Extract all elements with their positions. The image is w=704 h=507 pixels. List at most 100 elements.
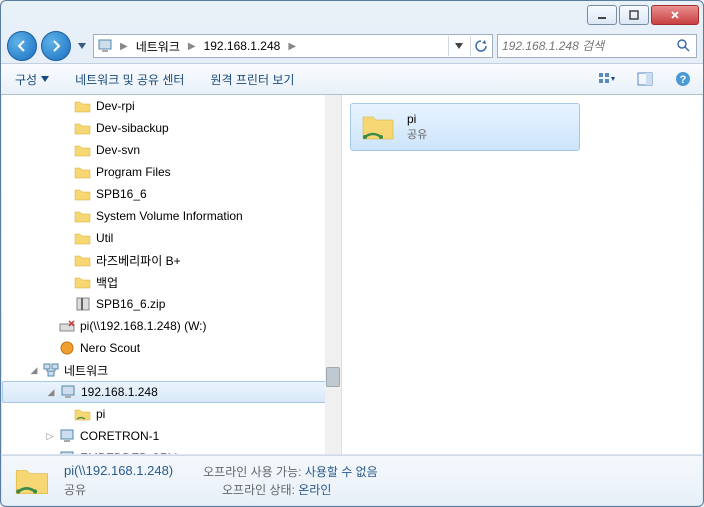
expand-toggle-icon[interactable] — [60, 298, 72, 310]
explorer-window: ▶ 네트워크 ▶ 192.168.1.248 ▶ 구성 네트워크 및 공유 센터… — [0, 0, 704, 507]
titlebar — [1, 1, 703, 29]
computer-icon — [58, 450, 76, 454]
details-offline-label: 오프라인 사용 가능: — [203, 465, 301, 479]
search-box[interactable] — [497, 34, 697, 58]
tree-item[interactable]: ▷ EMBEDDED-SRV — [2, 447, 341, 454]
expand-toggle-icon[interactable] — [60, 122, 72, 134]
refresh-button[interactable] — [470, 36, 490, 56]
tree-item-label: System Volume Information — [96, 209, 243, 223]
expand-toggle-icon[interactable] — [60, 276, 72, 288]
breadcrumb: ▶ 네트워크 ▶ 192.168.1.248 ▶ — [116, 36, 300, 57]
view-options-button[interactable] — [595, 67, 619, 91]
nav-history-dropdown[interactable] — [75, 36, 89, 56]
share-item-pi[interactable]: pi 공유 — [350, 103, 580, 151]
content-area: Dev-rpi Dev-sibackupDev-svnProgram Files S… — [2, 95, 702, 454]
address-dropdown[interactable] — [448, 36, 468, 56]
computer-icon — [58, 428, 76, 444]
close-button[interactable] — [651, 5, 699, 25]
computer-icon — [59, 384, 77, 400]
forward-button[interactable] — [41, 31, 71, 61]
expand-toggle-icon[interactable] — [60, 408, 72, 420]
search-icon — [676, 38, 692, 54]
expand-toggle-icon[interactable] — [44, 320, 56, 332]
share-item-type: 공유 — [407, 126, 427, 142]
command-toolbar: 구성 네트워크 및 공유 센터 원격 프린터 보기 ? — [1, 63, 703, 95]
globe-icon — [58, 340, 76, 356]
expand-toggle-icon[interactable] — [44, 342, 56, 354]
tree-item[interactable]: Nero Scout — [2, 337, 341, 359]
folder-icon — [74, 230, 92, 246]
expand-toggle-icon[interactable] — [60, 188, 72, 200]
tree-item[interactable]: ▷ CORETRON-1 — [2, 425, 341, 447]
search-input[interactable] — [502, 39, 676, 53]
tree-item-label: 백업 — [96, 274, 118, 291]
tree-item[interactable]: 백업 — [2, 271, 341, 293]
expand-toggle-icon[interactable] — [60, 254, 72, 266]
preview-pane-button[interactable] — [633, 67, 657, 91]
network-center-button[interactable]: 네트워크 및 공유 센터 — [69, 67, 190, 92]
breadcrumb-host[interactable]: 192.168.1.248 — [200, 37, 285, 55]
tree-item[interactable]: pi(\\192.168.1.248) (W:) — [2, 315, 341, 337]
tree-item[interactable]: ◢ 192.168.1.248 — [2, 381, 341, 403]
scrollbar[interactable] — [325, 95, 341, 454]
expand-toggle-icon[interactable] — [60, 144, 72, 156]
zip-icon — [74, 296, 92, 312]
tree-item-label: CORETRON-1 — [80, 429, 159, 443]
folder-icon — [74, 186, 92, 202]
maximize-button[interactable] — [619, 5, 649, 25]
tree-item[interactable]: SPB16_6 — [2, 183, 341, 205]
tree-item[interactable]: Util — [2, 227, 341, 249]
tree-item[interactable]: Dev-rpi — [2, 95, 341, 117]
svg-text:?: ? — [680, 74, 687, 86]
tree-item-label: Dev-rpi — [96, 99, 135, 113]
folder-icon — [74, 164, 92, 180]
tree-item-label: pi(\\192.168.1.248) (W:) — [80, 319, 207, 333]
tree-item-label: pi — [96, 407, 105, 421]
expand-toggle-icon[interactable] — [60, 232, 72, 244]
folder-icon — [74, 142, 92, 158]
chevron-right-icon[interactable]: ▶ — [284, 41, 300, 52]
back-button[interactable] — [7, 31, 37, 61]
expand-toggle-icon[interactable]: ◢ — [45, 386, 57, 398]
tree-item-label: Nero Scout — [80, 341, 140, 355]
chevron-right-icon[interactable]: ▶ — [184, 41, 200, 52]
tree-item[interactable]: Dev-sibackup — [2, 117, 341, 139]
nav-toolbar: ▶ 네트워크 ▶ 192.168.1.248 ▶ — [1, 29, 703, 63]
tree-item[interactable]: System Volume Information — [2, 205, 341, 227]
details-pane: pi(\\192.168.1.248) 오프라인 사용 가능: 사용할 수 없음… — [2, 455, 702, 505]
tree-item-label: EMBEDDED-SRV — [80, 451, 176, 454]
help-button[interactable]: ? — [671, 67, 695, 91]
expand-toggle-icon[interactable] — [60, 210, 72, 222]
chevron-right-icon[interactable]: ▶ — [116, 41, 132, 52]
details-subtitle: 공유 — [64, 481, 192, 498]
breadcrumb-network[interactable]: 네트워크 — [132, 36, 184, 57]
navigation-tree[interactable]: Dev-rpi Dev-sibackupDev-svnProgram Files S… — [2, 95, 342, 454]
tree-item[interactable]: 라즈베리파이 B+ — [2, 249, 341, 271]
tree-item[interactable]: Program Files — [2, 161, 341, 183]
scrollbar-thumb[interactable] — [326, 367, 340, 387]
file-list[interactable]: pi 공유 — [342, 95, 702, 454]
tree-item-label: SPB16_6 — [96, 187, 147, 201]
remote-printers-button[interactable]: 원격 프린터 보기 — [204, 67, 300, 92]
minimize-button[interactable] — [587, 5, 617, 25]
tree-item-label: 192.168.1.248 — [81, 385, 158, 399]
share-item-name: pi — [407, 112, 427, 126]
share-icon — [74, 406, 92, 422]
drive-x-icon — [58, 318, 76, 334]
tree-item[interactable]: Dev-svn — [2, 139, 341, 161]
tree-item[interactable]: ◢ 네트워크 — [2, 359, 341, 381]
folder-icon — [74, 274, 92, 290]
share-folder-icon — [12, 460, 54, 502]
address-bar[interactable]: ▶ 네트워크 ▶ 192.168.1.248 ▶ — [93, 34, 493, 58]
tree-item[interactable]: SPB16_6.zip — [2, 293, 341, 315]
organize-button[interactable]: 구성 — [9, 67, 55, 92]
tree-item-label: 네트워크 — [64, 362, 108, 379]
expand-toggle-icon[interactable] — [60, 166, 72, 178]
tree-item-label: SPB16_6.zip — [96, 297, 165, 311]
network-icon — [42, 362, 60, 378]
expand-toggle-icon[interactable] — [60, 100, 72, 112]
expand-toggle-icon[interactable]: ◢ — [28, 364, 40, 376]
expand-toggle-icon[interactable]: ▷ — [44, 452, 56, 454]
expand-toggle-icon[interactable]: ▷ — [44, 430, 56, 442]
tree-item[interactable]: pi — [2, 403, 341, 425]
